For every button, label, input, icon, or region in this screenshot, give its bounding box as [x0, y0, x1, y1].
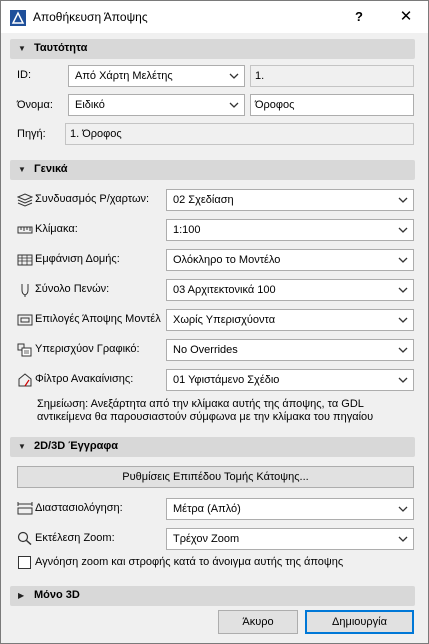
renovation-filter-icon — [18, 373, 32, 387]
title-bar: Αποθήκευση Άποψης ? ✕ — [1, 1, 428, 33]
archicad-icon — [10, 10, 26, 26]
chevron-down-icon — [398, 347, 408, 353]
source-value: 1. Όροφος — [70, 128, 122, 140]
name-label: Όνομα: — [17, 99, 53, 111]
create-button[interactable]: Δημιουργία — [305, 610, 414, 634]
section-2d3d-docs-label: 2D/3D Έγγραφα — [34, 440, 119, 452]
name-source-dropdown[interactable]: Ειδικό — [68, 94, 245, 116]
cancel-button[interactable]: Άκυρο — [218, 610, 298, 634]
chevron-down-icon — [229, 73, 239, 79]
dimensioning-dropdown[interactable]: Μέτρα (Απλό) — [166, 498, 414, 520]
help-button[interactable]: ? — [347, 5, 371, 29]
section-general-label: Γενικά — [34, 163, 68, 175]
section-2d3d-docs[interactable]: ▼ 2D/3D Έγγραφα — [10, 437, 415, 457]
chevron-down-icon — [398, 377, 408, 383]
chevron-down-icon — [229, 102, 239, 108]
graphic-override-dropdown[interactable]: No Overrides — [166, 339, 414, 361]
model-view-options-dropdown[interactable]: Χωρίς Υπερισχύοντα — [166, 309, 414, 331]
pen-set-dropdown[interactable]: 03 Αρχιτεκτονικά 100 — [166, 279, 414, 301]
graphic-override-value: No Overrides — [173, 344, 238, 356]
graphic-override-label: Υπερισχύον Γραφικό: — [35, 343, 140, 355]
renovation-filter-value: 01 Υφιστάμενο Σχέδιο — [173, 374, 280, 386]
layer-combination-value: 02 Σχεδίαση — [173, 194, 234, 206]
scale-dropdown[interactable]: 1:100 — [166, 219, 414, 241]
layer-combination-label: Συνδυασμός Ρ/χαρτων: — [35, 193, 150, 205]
zoom-label: Εκτέλεση Zoom: — [35, 532, 115, 544]
pen-icon — [21, 284, 29, 297]
chevron-down-icon — [398, 536, 408, 542]
structure-display-dropdown[interactable]: Ολόκληρο το Μοντέλο — [166, 249, 414, 271]
save-view-dialog: Αποθήκευση Άποψης ? ✕ ▼ Ταυτότητα ID: Απ… — [0, 0, 429, 644]
renovation-filter-label: Φίλτρο Ανακαίνισης: — [35, 373, 134, 385]
name-field[interactable]: Όροφος — [250, 94, 414, 116]
section-identity-label: Ταυτότητα — [34, 42, 88, 54]
collapse-triangle-icon: ▼ — [18, 44, 26, 53]
chevron-down-icon — [398, 227, 408, 233]
ignore-zoom-checkbox[interactable] — [18, 556, 31, 569]
scale-note: Σημείωση: Ανεξάρτητα από την κλίμακα αυτ… — [37, 398, 374, 423]
chevron-down-icon — [398, 506, 408, 512]
name-source-value: Ειδικό — [75, 99, 105, 111]
zoom-dropdown[interactable]: Τρέχον Zoom — [166, 528, 414, 550]
pen-set-label: Σύνολο Πενών: — [35, 283, 110, 295]
graphic-override-icon — [17, 343, 32, 357]
chevron-down-icon — [398, 317, 408, 323]
section-only-3d[interactable]: ▶ Μόνο 3D — [10, 586, 415, 606]
dimensioning-label: Διαστασιολόγηση: — [35, 502, 123, 514]
scale-value: 1:100 — [173, 224, 201, 236]
dimensioning-icon — [17, 502, 33, 515]
zoom-value: Τρέχον Zoom — [173, 533, 240, 545]
collapse-triangle-icon: ▼ — [18, 442, 26, 451]
structure-display-value: Ολόκληρο το Μοντέλο — [173, 254, 281, 266]
section-only-3d-label: Μόνο 3D — [34, 589, 80, 601]
name-value: Όροφος — [255, 99, 295, 111]
source-field: 1. Όροφος — [65, 123, 414, 145]
model-view-options-value: Χωρίς Υπερισχύοντα — [173, 314, 276, 326]
id-value: 1. — [255, 70, 265, 82]
collapse-triangle-icon: ▼ — [18, 165, 26, 174]
ruler-icon — [17, 226, 33, 234]
chevron-down-icon — [398, 287, 408, 293]
chevron-down-icon — [398, 197, 408, 203]
section-general[interactable]: ▼ Γενικά — [10, 160, 415, 180]
layers-icon — [17, 193, 33, 207]
id-field: 1. — [250, 65, 414, 87]
id-label: ID: — [17, 69, 32, 81]
dialog-title: Αποθήκευση Άποψης — [33, 10, 148, 24]
layer-combination-dropdown[interactable]: 02 Σχεδίαση — [166, 189, 414, 211]
zoom-icon — [17, 531, 32, 545]
structure-display-label: Εμφάνιση Δομής: — [35, 253, 120, 265]
floor-plan-cut-plane-settings-button[interactable]: Ρυθμίσεις Επιπέδου Τομής Κάτοψης... — [17, 466, 414, 488]
renovation-filter-dropdown[interactable]: 01 Υφιστάμενο Σχέδιο — [166, 369, 414, 391]
source-label: Πηγή: — [17, 128, 46, 140]
pen-set-value: 03 Αρχιτεκτονικά 100 — [173, 284, 276, 296]
structure-display-icon — [17, 254, 33, 266]
dimensioning-value: Μέτρα (Απλό) — [173, 503, 241, 515]
section-identity[interactable]: ▼ Ταυτότητα — [10, 39, 415, 59]
id-source-value: Από Χάρτη Μελέτης — [75, 70, 173, 82]
id-source-dropdown[interactable]: Από Χάρτη Μελέτης — [68, 65, 245, 87]
scale-label: Κλίμακα: — [35, 223, 78, 235]
ignore-zoom-label: Αγνόηση zoom και στροφής κατά το άνοιγμα… — [35, 556, 344, 568]
chevron-down-icon — [398, 257, 408, 263]
expand-triangle-icon: ▶ — [18, 591, 25, 600]
model-view-options-icon — [17, 314, 33, 326]
close-button[interactable]: ✕ — [391, 5, 421, 29]
model-view-options-label: Επιλογές Άποψης Μοντέλ — [35, 313, 161, 325]
